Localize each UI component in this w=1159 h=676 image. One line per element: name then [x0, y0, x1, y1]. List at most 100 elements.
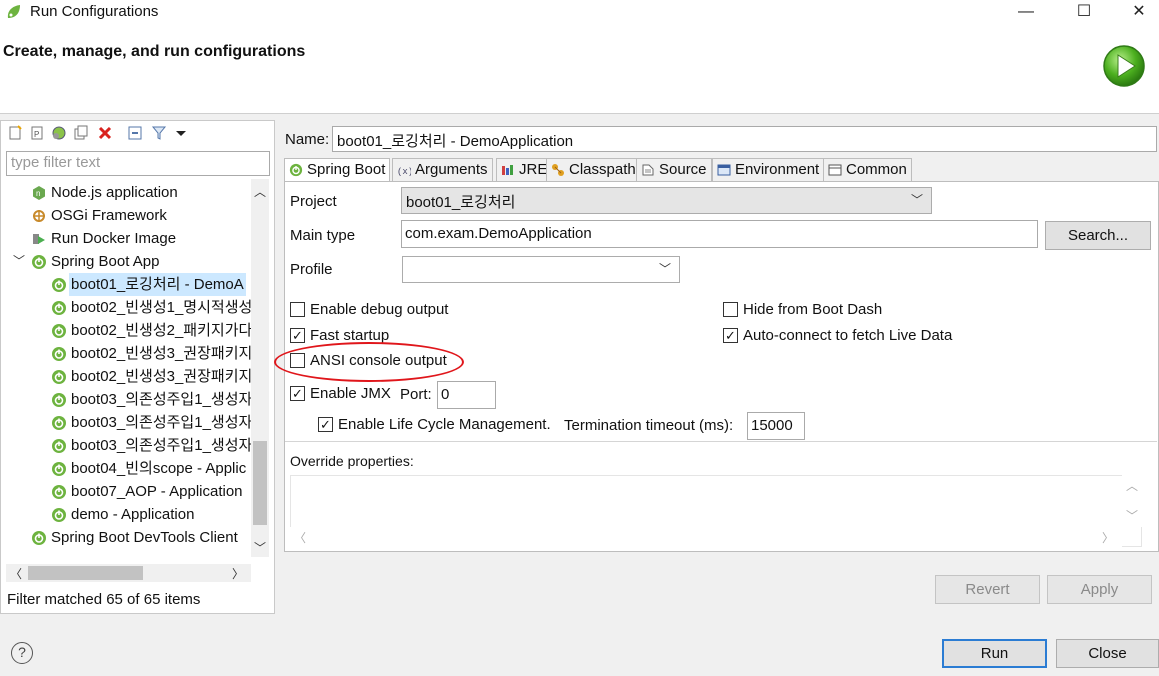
spring-boot-icon	[51, 507, 67, 523]
tree-item-label: boot03_의존성주입1_생성자	[71, 391, 251, 408]
tree-item-label: boot02_빈생성3_권장패키지	[71, 345, 251, 362]
duplicate-icon[interactable]	[73, 125, 89, 141]
tab-classpath[interactable]: Classpath	[546, 158, 641, 182]
tab-jre[interactable]: JRE	[496, 158, 553, 182]
spring-boot-icon	[51, 438, 67, 454]
dialog-heading: Create, manage, and run configurations	[3, 43, 306, 60]
tab-common[interactable]: Common	[823, 158, 912, 182]
minimize-button[interactable]: —	[1006, 0, 1046, 24]
tab-label: Classpath	[569, 161, 636, 178]
scroll-right-icon[interactable]: 〉	[1102, 529, 1114, 546]
tab-spring-boot[interactable]: Spring Boot	[284, 158, 391, 183]
svg-text:n: n	[36, 189, 40, 198]
main-type-field[interactable]: com.exam.DemoApplication	[401, 220, 1038, 248]
export-icon[interactable]	[51, 125, 67, 141]
common-icon	[828, 163, 842, 177]
search-button[interactable]: Search...	[1045, 221, 1151, 250]
spring-boot-icon	[289, 163, 303, 177]
tree-item-label: Spring Boot DevTools Client	[51, 529, 238, 546]
override-vertical-scrollbar[interactable]: ︿ ﹀	[1122, 475, 1142, 527]
profile-label: Profile	[290, 261, 333, 278]
scroll-up-icon[interactable]: ︿	[254, 183, 266, 200]
collapse-all-icon[interactable]	[127, 125, 143, 141]
arguments-icon: (x)=	[397, 163, 419, 177]
spring-boot-icon	[51, 369, 67, 385]
dialog-header: Create, manage, and run configurations	[0, 24, 1159, 114]
filter-status: Filter matched 65 of 65 items	[7, 591, 201, 608]
spring-boot-icon	[51, 300, 67, 316]
tab-label: Environment	[735, 161, 820, 178]
filter-icon[interactable]	[151, 125, 167, 141]
profile-select[interactable]: ﹀	[402, 256, 680, 283]
spring-boot-icon	[31, 254, 47, 270]
apply-button[interactable]: Apply	[1047, 575, 1152, 604]
chevron-down-icon: ﹀	[658, 262, 671, 276]
spring-boot-icon	[51, 346, 67, 362]
override-properties-label: Override properties:	[290, 453, 414, 469]
tree-item-label: boot02_빈생성3_권장패키지	[71, 368, 251, 385]
scroll-down-icon[interactable]: ﹀	[1126, 507, 1138, 524]
checkbox-box[interactable]: ✓	[290, 386, 305, 401]
filter-input[interactable]: type filter text	[6, 151, 270, 176]
tree-item-label: boot01_로깅처리 - DemoA	[69, 273, 246, 296]
project-value: boot01_로깅처리	[406, 194, 516, 211]
revert-button[interactable]: Revert	[935, 575, 1040, 604]
scroll-left-icon[interactable]: 〈	[294, 529, 306, 546]
spring-tool-suite-icon	[7, 5, 20, 18]
osgi-icon	[31, 208, 47, 224]
chevron-down-icon: ﹀	[910, 193, 923, 207]
tree-item-label: boot04_빈의scope - Applic	[71, 460, 247, 477]
checkbox-box[interactable]	[723, 302, 738, 317]
environment-icon	[717, 163, 731, 177]
checkbox-label: Enable Life Cycle Management.	[338, 416, 551, 433]
run-button[interactable]: Run	[942, 639, 1047, 668]
tree-item-label: Node.js application	[51, 184, 178, 201]
tree-vertical-scrollbar[interactable]: ︿ ﹀	[251, 179, 269, 557]
termination-timeout-field[interactable]: 15000	[747, 412, 805, 440]
tree-item-label: Run Docker Image	[51, 230, 177, 247]
tree-item-label: boot03_의존성주입1_생성자	[71, 414, 251, 431]
checkbox-box[interactable]	[290, 353, 305, 368]
project-label: Project	[290, 193, 337, 210]
tree-horizontal-scrollbar[interactable]: 〈 〉	[6, 564, 251, 582]
tab-arguments[interactable]: (x)= Arguments	[392, 158, 493, 182]
tab-environment[interactable]: Environment	[712, 158, 825, 182]
project-select[interactable]: boot01_로깅처리 ﹀	[401, 187, 932, 214]
spring-boot-icon	[51, 392, 67, 408]
tab-source[interactable]: Source	[636, 158, 712, 182]
close-button[interactable]: Close	[1056, 639, 1159, 668]
checkbox-box[interactable]: ✓	[318, 417, 333, 432]
tree-item-label: Spring Boot App	[51, 253, 160, 270]
port-field[interactable]: 0	[437, 381, 496, 409]
scroll-left-icon[interactable]: 〈	[10, 565, 22, 582]
scroll-right-icon[interactable]: 〉	[232, 565, 244, 582]
maximize-button[interactable]: ☐	[1064, 0, 1104, 24]
delete-icon[interactable]	[97, 125, 113, 141]
help-icon[interactable]: ?	[11, 642, 33, 664]
docker-icon	[31, 231, 47, 247]
termination-timeout-label: Termination timeout (ms):	[564, 417, 734, 434]
override-horizontal-scrollbar[interactable]: 〈 〉	[290, 527, 1122, 547]
checkbox-box[interactable]: ✓	[723, 328, 738, 343]
scrollbar-thumb[interactable]	[28, 566, 143, 580]
checkbox-box[interactable]: ✓	[290, 328, 305, 343]
nodejs-icon: n	[31, 185, 47, 201]
expand-toggle-icon[interactable]: ﹀	[13, 250, 25, 273]
new-configuration-icon[interactable]	[7, 125, 23, 141]
port-label: Port:	[400, 386, 432, 403]
scroll-up-icon[interactable]: ︿	[1126, 477, 1138, 494]
close-window-button[interactable]: ✕	[1119, 0, 1159, 24]
tree-item-label: boot07_AOP - Application	[71, 483, 243, 500]
scrollbar-thumb[interactable]	[253, 441, 267, 525]
tree-item-label: boot02_빈생성2_패키지가다	[71, 322, 251, 339]
checkbox-label: Enable JMX	[310, 385, 391, 402]
run-icon	[1103, 45, 1145, 87]
new-prototype-icon[interactable]: P	[29, 125, 45, 141]
classpath-icon	[551, 163, 565, 177]
svg-text:P: P	[34, 130, 39, 139]
checkbox-box[interactable]	[290, 302, 305, 317]
scroll-down-icon[interactable]: ﹀	[254, 539, 266, 556]
chevron-down-icon[interactable]	[173, 125, 189, 141]
divider	[285, 441, 1157, 442]
name-field[interactable]: boot01_로깅처리 - DemoApplication	[332, 126, 1157, 152]
